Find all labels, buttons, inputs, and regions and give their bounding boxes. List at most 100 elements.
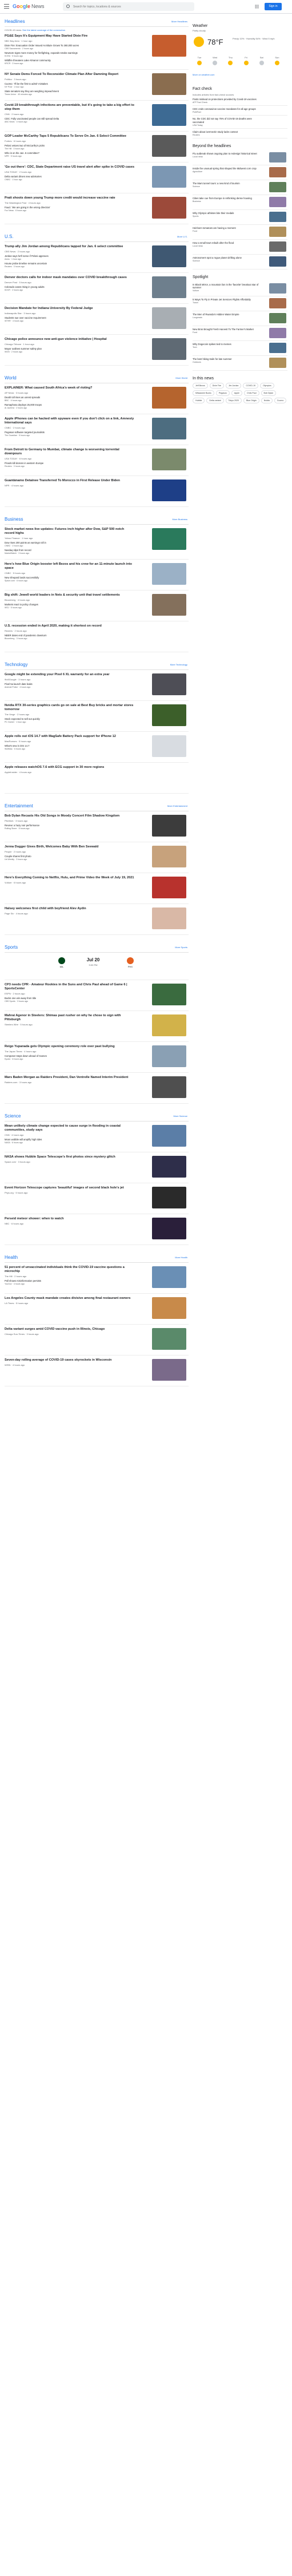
section-more-link[interactable]: More Technology (170, 663, 187, 666)
sidebar-item[interactable]: How a small town rebuilt after the flood… (193, 240, 287, 255)
section-title[interactable]: Science (5, 1113, 21, 1119)
story-card[interactable]: Delta variant surges amid COVID vaccine … (5, 1325, 189, 1356)
story-headline[interactable]: From Detroit to Germany to Mumbai, clima… (5, 448, 135, 456)
story-headline[interactable]: Delta variant surges amid COVID vaccine … (5, 1327, 135, 1331)
sidebar-item-title[interactable]: The best hiking trails for late summer (193, 358, 260, 360)
story-thumbnail[interactable] (152, 1156, 186, 1178)
related-headline[interactable]: Nasdaq slips from record (5, 549, 135, 552)
related-headline[interactable]: Jordan says he'll serve if Pelosi approv… (5, 255, 135, 257)
section-more-link[interactable]: More Entertainment (167, 804, 187, 807)
sidebar-item-title[interactable]: 5 Ways To Fly in Private Jet Services Fl… (193, 298, 260, 301)
google-news-logo[interactable]: Google News (13, 3, 45, 10)
story-card[interactable]: Bob Dylan Recasts His Old Songs in Moody… (5, 811, 189, 842)
sidebar-thumbnail[interactable] (269, 328, 286, 339)
sidebar-item[interactable]: In Black Mirror, a mountain lion is the … (193, 282, 287, 297)
story-thumbnail[interactable] (152, 387, 186, 409)
sidebar-item[interactable]: Inside the unusual spring that shaped th… (193, 165, 287, 181)
story-headline[interactable]: Perseid meteor shower: when to watch (5, 1217, 135, 1221)
sidebar-item[interactable]: Posts mislead on protections provided by… (193, 96, 287, 106)
story-thumbnail[interactable] (152, 166, 186, 188)
related-headline[interactable]: Fauci: 'We are going in the wrong direct… (5, 206, 135, 209)
story-thumbnail[interactable] (152, 1328, 186, 1350)
story-card[interactable]: Apple rolls out iOS 14.7 with MagSafe Ba… (5, 732, 189, 763)
story-card[interactable]: NASA shows Hubble Space Telescope's firs… (5, 1152, 189, 1183)
story-headline[interactable]: Here's Everything Coming to Netflix, Hul… (5, 876, 135, 880)
section-more-link[interactable]: More Business (173, 518, 187, 521)
sidebar-thumbnail[interactable] (269, 167, 286, 178)
topic-chip[interactable]: Hubble (193, 398, 205, 404)
story-headline[interactable]: PG&E Says It's Equipment May Have Starte… (5, 34, 135, 38)
topic-chip[interactable]: Olympics (260, 383, 274, 389)
sidebar-item-title[interactable]: CDC ends coronavirus vaccine mandates fo… (193, 108, 260, 110)
story-headline[interactable]: Stock market news live updates: Futures … (5, 528, 135, 536)
related-headline[interactable]: Pixel 5a launch date leaks (5, 683, 135, 685)
sidebar-thumbnail[interactable] (269, 256, 286, 267)
story-thumbnail[interactable] (152, 735, 186, 757)
menu-icon[interactable] (4, 4, 9, 9)
related-headline[interactable]: Death toll rises as unrest spreads (5, 396, 135, 399)
story-card[interactable]: Guantánamo Detainee Transferred To Moroc… (5, 476, 189, 507)
topic-chip[interactable]: Blue Origin (243, 398, 259, 404)
sidebar-item[interactable]: Why Olympic athletes bite their medals Sp… (193, 210, 287, 225)
story-card[interactable]: Reigo Yupanada gets Olympic opening cere… (5, 1042, 189, 1073)
story-headline[interactable]: Bob Dylan Recasts His Old Songs in Moody… (5, 814, 135, 818)
search-icon[interactable] (66, 5, 70, 8)
story-headline[interactable]: 'Go out there': CDC, State Department ra… (5, 165, 135, 169)
sidebar-thumbnail[interactable] (269, 197, 286, 208)
related-headline[interactable]: Cuomo: 'I'll be the first to admit' mist… (5, 82, 135, 85)
story-headline[interactable]: NY Senate Dems Forced To Reconsider Clim… (5, 73, 135, 77)
story-card[interactable]: From Detroit to Germany to Mumbai, clima… (5, 445, 189, 476)
topic-chip[interactable]: Jim Jordan (225, 383, 242, 389)
story-card[interactable]: Google might be extending your Pixel 6 X… (5, 670, 189, 701)
weather-widget[interactable]: Weather Partly cloudy 78°F Precip 10% · Hum… (193, 24, 287, 81)
section-title[interactable]: World (5, 375, 17, 381)
story-thumbnail[interactable] (152, 276, 186, 298)
related-headline[interactable]: Floods kill dozens in western Europe (5, 462, 135, 465)
topic-chip[interactable]: Milwaukee Bucks (193, 390, 214, 397)
story-headline[interactable]: U.S. recession ended in April 2020, maki… (5, 624, 135, 628)
topic-chip[interactable]: Tokyo 2020 (225, 398, 242, 404)
sidebar-item-title[interactable]: Cities take cue from Europe in rethinkin… (193, 197, 260, 200)
related-headline[interactable]: Newsom signs more money for firefighting… (5, 51, 135, 54)
section-title[interactable]: Health (5, 1255, 18, 1260)
story-headline[interactable]: Seven-day rolling average of COVID-19 ca… (5, 1358, 135, 1362)
story-card[interactable]: PG&E Says It's Equipment May Have Starte… (5, 31, 189, 70)
section-title[interactable]: Sports (5, 945, 18, 950)
sidebar-item-title[interactable]: In Black Mirror, a mountain lion is the … (193, 283, 260, 289)
related-headline[interactable]: Review: a hazy noir performance (5, 824, 135, 827)
related-headline[interactable]: Composer steps down ahead of Games (5, 1055, 135, 1057)
section-more-link[interactable]: More Health (175, 1256, 187, 1259)
story-headline[interactable]: EXPLAINER: What caused South Africa's we… (5, 386, 135, 390)
story-card[interactable]: NY Senate Dems Forced To Reconsider Clim… (5, 70, 189, 101)
story-card[interactable]: 'Go out there': CDC, State Department ra… (5, 163, 189, 193)
related-headline[interactable]: Students sue over vaccine requirement (5, 316, 135, 319)
section-title[interactable]: Entertainment (5, 803, 33, 809)
story-headline[interactable]: Apple iPhones can be hacked with spyware… (5, 417, 135, 425)
story-headline[interactable]: Jenna Dugger Gives Birth, Welcomes Baby … (5, 845, 135, 849)
story-card[interactable]: 51 percent of unvaccinated individuals t… (5, 1263, 189, 1294)
story-thumbnail[interactable] (152, 338, 186, 360)
section-title[interactable]: U.S. (5, 234, 14, 239)
related-headline[interactable]: Mayor outlines summer safety plan (5, 347, 135, 350)
related-headline[interactable]: Poll shows misinformation persists (5, 1279, 135, 1282)
story-headline[interactable]: Los Angeles County mask mandate creates … (5, 1297, 135, 1301)
related-headline[interactable]: State senators say they are weighing imp… (5, 90, 135, 93)
topic-chip[interactable]: COVID-19 (243, 383, 259, 389)
story-card[interactable]: Apple releases watchOS 7.6 with ECG supp… (5, 763, 189, 794)
sidebar-thumbnail[interactable] (269, 313, 286, 324)
sidebar-item-title[interactable]: No, the CDC did not say 75% of COVID-19 … (193, 117, 260, 123)
sidebar-item[interactable]: The Mars tunnel tours: a new kind of tou… (193, 180, 287, 196)
sidebar-item-title[interactable]: Posts mislead on protections provided by… (193, 98, 260, 101)
sidebar-thumbnail[interactable] (269, 227, 286, 237)
sidebar-item-title[interactable]: Claim about ivermectin study lacks conte… (193, 130, 260, 133)
apps-icon[interactable] (255, 5, 259, 9)
sidebar-thumbnail[interactable] (269, 182, 286, 193)
story-thumbnail[interactable] (152, 1218, 186, 1239)
sidebar-thumbnail[interactable] (269, 152, 286, 163)
section-more-link[interactable]: More Sports (175, 946, 187, 949)
story-headline[interactable]: Mahrai Agenor in Steelers: Shimas past r… (5, 1014, 135, 1022)
related-headline[interactable]: Dixie Fire: Evacuation Order Issued As B… (5, 44, 135, 47)
related-headline[interactable]: NBER dates end of pandemic downturn (5, 634, 135, 637)
story-headline[interactable]: Guantánamo Detainee Transferred To Moroc… (5, 479, 135, 483)
story-card[interactable]: Chicago police announce new anti-gun vio… (5, 335, 189, 366)
